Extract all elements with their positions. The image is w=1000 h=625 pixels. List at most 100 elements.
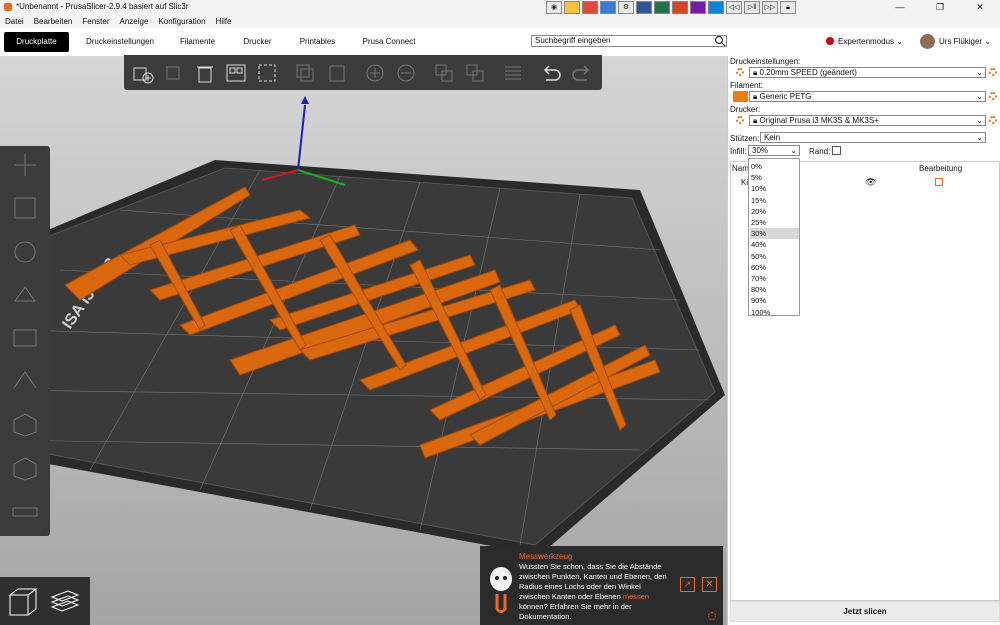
measure-icon[interactable]	[10, 498, 40, 526]
delete-all-icon[interactable]	[194, 62, 216, 84]
undo-icon[interactable]	[540, 62, 562, 84]
infill-option[interactable]: 80%	[750, 284, 799, 295]
menu-bearbeiten[interactable]: Bearbeiten	[29, 15, 78, 28]
infill-option[interactable]: 60%	[750, 262, 799, 273]
close-hint-icon[interactable]: ✕	[702, 577, 717, 592]
hint-link[interactable]: messen	[623, 592, 649, 601]
menu-bar: Datei Bearbeiten Fenster Anzeige Konfigu…	[0, 15, 1000, 28]
rotate-icon[interactable]	[10, 238, 40, 266]
open-docs-icon[interactable]: ↗	[680, 577, 695, 592]
infill-option[interactable]: 10%	[750, 183, 799, 194]
edit-printer-icon[interactable]	[989, 116, 997, 124]
split-objects-icon[interactable]	[433, 62, 455, 84]
minimize-button[interactable]: —	[880, 0, 920, 15]
redo-icon[interactable]	[571, 62, 593, 84]
scene-toolbar	[124, 55, 602, 90]
preview-icon[interactable]	[48, 585, 82, 619]
forward-icon[interactable]: ▷▷	[762, 1, 778, 14]
infill-select[interactable]: 30% ⌄	[748, 145, 800, 156]
infill-option[interactable]: 90%	[750, 295, 799, 306]
play-pause-icon[interactable]: ▷‖	[744, 1, 760, 14]
3d-viewport[interactable]: ISA i3 MK3	[0, 56, 727, 625]
eye-icon[interactable]: 👁︎	[865, 177, 876, 188]
infill-option[interactable]: 100%	[750, 307, 799, 318]
infill-option[interactable]: 40%	[750, 239, 799, 250]
copy-icon[interactable]	[294, 62, 316, 84]
arrange-selection-icon[interactable]	[256, 62, 278, 84]
variable-layer-icon[interactable]	[10, 454, 40, 482]
tab-drucker[interactable]: Drucker	[235, 32, 280, 52]
printer-select[interactable]: 🔒︎ Original Prusa i3 MK3S & MK3S+ ⌄	[749, 115, 986, 126]
layer-editing-icon[interactable]	[502, 62, 524, 84]
notes-icon[interactable]	[690, 1, 706, 14]
slice-now-button[interactable]: Jetzt slicen	[730, 601, 1000, 622]
menu-fenster[interactable]: Fenster	[77, 15, 114, 28]
paint-supports-icon[interactable]	[10, 366, 40, 394]
filament-select[interactable]: 🔒︎ Generic PETG ⌄	[749, 91, 986, 102]
mode-selector[interactable]: Expertenmodus ⌄	[838, 37, 903, 46]
gear-app-icon[interactable]: ⚙	[618, 1, 634, 14]
menu-anzeige[interactable]: Anzeige	[115, 15, 154, 28]
add-instance-icon[interactable]	[364, 62, 386, 84]
menu-datei[interactable]: Datei	[0, 15, 29, 28]
infill-option[interactable]: 50%	[750, 251, 799, 262]
infill-option[interactable]: 15%	[750, 195, 799, 206]
infill-option[interactable]: 25%	[750, 217, 799, 228]
lock-icon[interactable]: 🔒︎	[780, 1, 796, 14]
powerpoint-icon[interactable]	[672, 1, 688, 14]
tab-druckplatte[interactable]: Druckplatte	[4, 32, 69, 52]
document-icon[interactable]	[600, 1, 616, 14]
maximize-button[interactable]: ❐	[920, 0, 960, 15]
gear-icon	[736, 68, 744, 76]
edit-print-settings-icon[interactable]	[989, 68, 997, 76]
user-menu[interactable]: Urs Flükiger ⌄	[939, 37, 991, 46]
z-axis-arrow	[301, 96, 309, 104]
brim-checkbox[interactable]	[832, 146, 841, 155]
scale-icon[interactable]	[10, 194, 40, 222]
edge-icon[interactable]	[708, 1, 724, 14]
infill-option[interactable]: 70%	[750, 273, 799, 284]
arrange-icon[interactable]	[225, 62, 247, 84]
filament-color-swatch[interactable]	[733, 91, 748, 102]
tab-printables[interactable]: Printables	[290, 32, 345, 52]
3d-view-icon[interactable]	[6, 585, 40, 619]
infill-option[interactable]: 20%	[750, 206, 799, 217]
close-button[interactable]: ✕	[960, 0, 1000, 15]
browser-icon[interactable]	[582, 1, 598, 14]
delete-object-icon[interactable]	[164, 62, 186, 84]
excel-icon[interactable]	[654, 1, 670, 14]
add-object-icon[interactable]	[132, 62, 154, 84]
tab-filamente[interactable]: Filamente	[170, 32, 225, 52]
supports-label: Stützen:	[730, 134, 760, 143]
search-icon[interactable]	[714, 35, 726, 47]
gear-icon[interactable]	[708, 612, 716, 620]
tab-prusa-connect[interactable]: Prusa Connect	[355, 32, 423, 52]
move-icon[interactable]	[10, 151, 40, 179]
printer-label: Drucker:	[730, 105, 761, 114]
menu-konfiguration[interactable]: Konfiguration	[153, 15, 210, 28]
cut-icon[interactable]	[10, 324, 40, 352]
word-icon[interactable]	[636, 1, 652, 14]
tab-druckeinstellungen[interactable]: Druckeinstellungen	[80, 32, 160, 52]
app-shortcut-icon[interactable]: ◉	[546, 1, 562, 14]
place-on-face-icon[interactable]	[10, 281, 40, 309]
hint-title: Messwerkzeug	[519, 552, 573, 561]
supports-select[interactable]: Kein ⌄	[760, 132, 986, 143]
folder-icon[interactable]	[564, 1, 580, 14]
infill-option[interactable]: 5%	[750, 172, 799, 183]
infill-option[interactable]: 30%	[750, 228, 799, 240]
menu-hilfe[interactable]: Hilfe	[211, 15, 237, 28]
paste-icon[interactable]	[326, 62, 348, 84]
seam-painting-icon[interactable]	[10, 410, 40, 438]
infill-option[interactable]: 0%	[750, 161, 799, 172]
edit-filament-icon[interactable]	[989, 92, 997, 100]
printer-value: Original Prusa i3 MK3S & MK3S+	[759, 116, 879, 125]
split-parts-icon[interactable]	[464, 62, 486, 84]
avatar[interactable]	[920, 34, 935, 49]
rewind-icon[interactable]: ◁◁	[726, 1, 742, 14]
remove-instance-icon[interactable]	[395, 62, 417, 84]
edit-object-icon[interactable]	[935, 178, 943, 186]
search-input[interactable]: Suchbegriff eingeben	[531, 35, 727, 47]
hint-character-icon	[490, 567, 512, 613]
print-settings-select[interactable]: 🔒︎ 0.20mm SPEED (geändert) ⌄	[749, 67, 986, 78]
